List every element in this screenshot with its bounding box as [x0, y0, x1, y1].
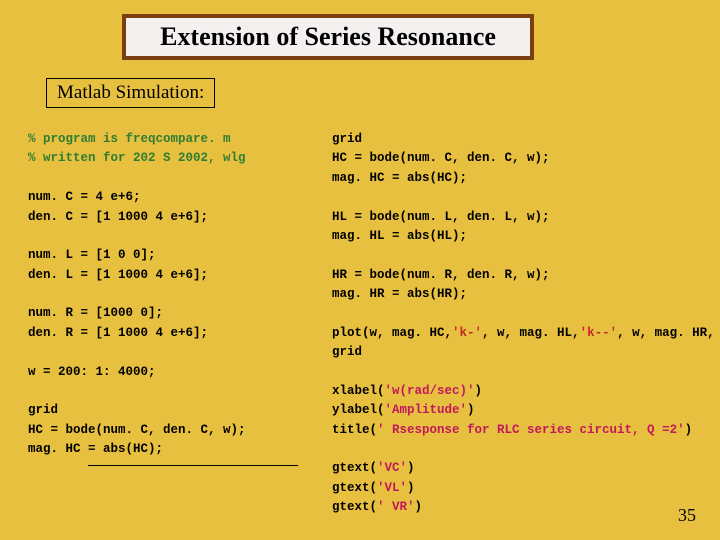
code-column-left: % program is freqcompare. m % written fo…: [28, 130, 318, 466]
code-line: num. R = [1000 0];: [28, 306, 163, 320]
page-number: 35: [678, 505, 696, 526]
slide: Extension of Series Resonance Matlab Sim…: [0, 0, 720, 540]
code-line: plot(w, mag. HC,'k-', w, mag. HL,'k--', …: [332, 326, 720, 340]
code-line: grid: [28, 403, 58, 417]
slide-title: Extension of Series Resonance: [122, 14, 534, 60]
divider-line: [88, 465, 298, 466]
code-column-right: grid HC = bode(num. C, den. C, w); mag. …: [332, 130, 712, 518]
code-line: xlabel('w(rad/sec)'): [332, 384, 482, 398]
code-line: gtext('VL'): [332, 481, 415, 495]
code-line: HC = bode(num. C, den. C, w);: [332, 151, 550, 165]
code-line: gtext('VC'): [332, 461, 415, 475]
comment-line: % written for 202 S 2002, wlg: [28, 151, 246, 165]
code-line: mag. HL = abs(HL);: [332, 229, 467, 243]
code-line: HL = bode(num. L, den. L, w);: [332, 210, 550, 224]
code-line: mag. HC = abs(HC);: [332, 171, 467, 185]
code-line: grid: [332, 345, 362, 359]
code-line: mag. HR = abs(HR);: [332, 287, 467, 301]
code-line: HC = bode(num. C, den. C, w);: [28, 423, 246, 437]
code-line: mag. HC = abs(HC);: [28, 442, 163, 456]
code-line: title(' Rsesponse for RLC series circuit…: [332, 423, 692, 437]
comment-line: % program is freqcompare. m: [28, 132, 231, 146]
code-line: w = 200: 1: 4000;: [28, 365, 156, 379]
subtitle-box: Matlab Simulation:: [46, 78, 215, 108]
code-line: gtext(' VR'): [332, 500, 422, 514]
code-line: ylabel('Amplitude'): [332, 403, 475, 417]
code-line: grid: [332, 132, 362, 146]
code-line: num. L = [1 0 0];: [28, 248, 156, 262]
code-line: den. C = [1 1000 4 e+6];: [28, 210, 208, 224]
code-line: den. L = [1 1000 4 e+6];: [28, 268, 208, 282]
code-line: HR = bode(num. R, den. R, w);: [332, 268, 550, 282]
code-line: num. C = 4 e+6;: [28, 190, 141, 204]
code-line: den. R = [1 1000 4 e+6];: [28, 326, 208, 340]
